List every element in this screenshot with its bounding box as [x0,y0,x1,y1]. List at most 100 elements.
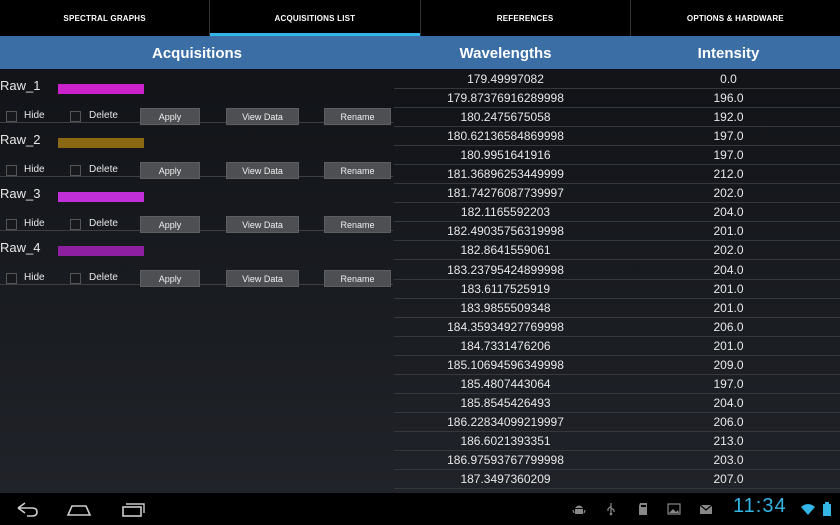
wavelength-cell: 185.10694596349998 [447,357,564,372]
table-row: 183.23795424899998 204.0 [394,260,840,280]
wavelength-cell: 186.6021393351 [460,433,551,448]
intensity-cell: 204.0 [713,205,744,220]
tab-spectral-graphs[interactable]: SPECTRAL GRAPHS [0,0,211,36]
hide-label: Hide [24,110,45,121]
table-row: 182.8641559061 202.0 [394,240,840,261]
delete-label: Delete [89,218,118,229]
delete-checkbox[interactable] [70,219,81,230]
hide-checkbox[interactable] [6,165,17,176]
table-row: 180.9951641916 197.0 [394,145,840,166]
column-header-row: Acquisitions Wavelengths Intensity [0,36,840,69]
view-data-button[interactable]: View Data [226,270,299,287]
main-content: Acquisitions Wavelengths Intensity Raw_1… [0,36,840,493]
intensity-cell: 209.0 [713,357,744,372]
wavelength-cell: 179.87376916289998 [447,91,564,106]
wavelength-cell: 180.2475675058 [460,110,551,125]
acquisition-color-swatch[interactable] [58,192,144,202]
delete-checkbox[interactable] [70,273,81,284]
usb-icon [607,503,615,516]
acquisition-item: Raw_3 Hide Delete Apply View Data Rename [0,177,393,233]
acquisition-name: Raw_3 [0,186,41,201]
table-row: 186.22834099219997 206.0 [394,412,840,432]
hide-label: Hide [24,218,45,229]
wavelengths-header: Wavelengths [459,45,552,62]
wavelength-cell: 185.4807443064 [460,376,551,391]
wavelength-cell: 180.9951641916 [460,148,551,163]
table-row: 180.2475675058 192.0 [394,107,840,128]
hide-checkbox[interactable] [6,111,17,122]
intensity-cell: 196.0 [713,91,744,106]
intensity-cell: 197.0 [713,129,744,144]
intensity-cell: 202.0 [713,243,744,258]
tab-references[interactable]: REFERENCES [421,0,631,36]
hide-label: Hide [24,164,45,175]
table-row: 187.3497360209 207.0 [394,469,840,490]
rename-button[interactable]: Rename [324,270,391,287]
acquisition-color-swatch[interactable] [58,138,144,148]
intensity-cell: 212.0 [713,167,744,182]
intensity-cell: 204.0 [713,395,744,410]
tab-acquisitions-list[interactable]: ACQUISITIONS LIST [210,0,421,36]
wavelength-cell: 184.7331476206 [460,338,551,353]
table-row: 183.6117525919 201.0 [394,279,840,299]
wavelength-cell: 181.36896253449999 [447,167,564,182]
acquisition-color-swatch[interactable] [58,246,144,256]
tab-bar: SPECTRAL GRAPHS ACQUISITIONS LIST REFERE… [0,0,840,36]
delete-label: Delete [89,164,118,175]
clock: 11:34 [733,495,787,517]
wavelength-cell: 186.22834099219997 [447,414,564,429]
acquisition-color-swatch[interactable] [58,84,144,94]
acquisition-item: Raw_1 Hide Delete Apply View Data Rename [0,69,393,125]
intensity-cell: 201.0 [713,300,744,315]
home-icon[interactable] [66,499,92,519]
intensity-cell: 203.0 [713,453,744,467]
table-row: 182.1165592203 204.0 [394,202,840,223]
hide-label: Hide [24,272,45,283]
intensity-cell: 201.0 [713,224,744,239]
wavelength-cell: 179.49997082 [467,72,544,86]
wavelength-cell: 180.62136584869998 [447,129,564,144]
table-row: 185.8545426493 204.0 [394,393,840,413]
intensity-cell: 197.0 [713,376,744,391]
sd-card-icon [639,503,647,515]
wavelength-cell: 182.1165592203 [460,205,551,220]
wavelength-cell: 187.3497360209 [460,472,551,487]
delete-label: Delete [89,272,118,283]
wavelength-cell: 184.35934927769998 [447,319,564,334]
table-row: 186.97593767799998 203.0 [394,450,840,470]
wavelength-cell: 185.8545426493 [460,395,551,410]
intensity-header: Intensity [697,45,760,62]
delete-label: Delete [89,110,118,121]
acquisition-item: Raw_4 Hide Delete Apply View Data Rename [0,231,393,287]
wavelength-cell: 182.8641559061 [460,243,551,258]
back-icon[interactable] [14,499,40,519]
hide-checkbox[interactable] [6,219,17,230]
recent-apps-icon[interactable] [120,499,146,519]
table-row: 184.7331476206 201.0 [394,336,840,356]
apply-button[interactable]: Apply [140,270,200,287]
table-row: 180.62136584869998 197.0 [394,126,840,147]
acquisitions-header: Acquisitions [151,45,242,62]
data-table[interactable]: 179.49997082 0.0 179.87376916289998 196.… [394,69,840,493]
intensity-cell: 206.0 [713,319,744,334]
wavelength-cell: 181.74276087739997 [447,186,564,201]
tab-options-hardware[interactable]: OPTIONS & HARDWARE [631,0,840,36]
wavelength-cell: 183.6117525919 [460,281,551,296]
intensity-cell: 206.0 [713,414,744,429]
table-row: 185.4807443064 197.0 [394,374,840,394]
acquisition-item: Raw_2 Hide Delete Apply View Data Rename [0,123,393,179]
table-row: 185.10694596349998 209.0 [394,355,840,375]
wavelength-cell: 183.23795424899998 [447,262,564,277]
acquisition-name: Raw_2 [0,132,41,147]
intensity-cell: 204.0 [713,262,744,277]
hide-checkbox[interactable] [6,273,17,284]
gallery-icon [667,503,681,515]
table-row: 184.35934927769998 206.0 [394,317,840,337]
wavelength-cell: 186.97593767799998 [447,453,564,467]
delete-checkbox[interactable] [70,111,81,122]
gmail-icon [699,504,713,514]
table-row: 179.49997082 0.0 [394,69,840,89]
intensity-cell: 202.0 [713,186,744,201]
table-row: 181.36896253449999 212.0 [394,164,840,185]
delete-checkbox[interactable] [70,165,81,176]
